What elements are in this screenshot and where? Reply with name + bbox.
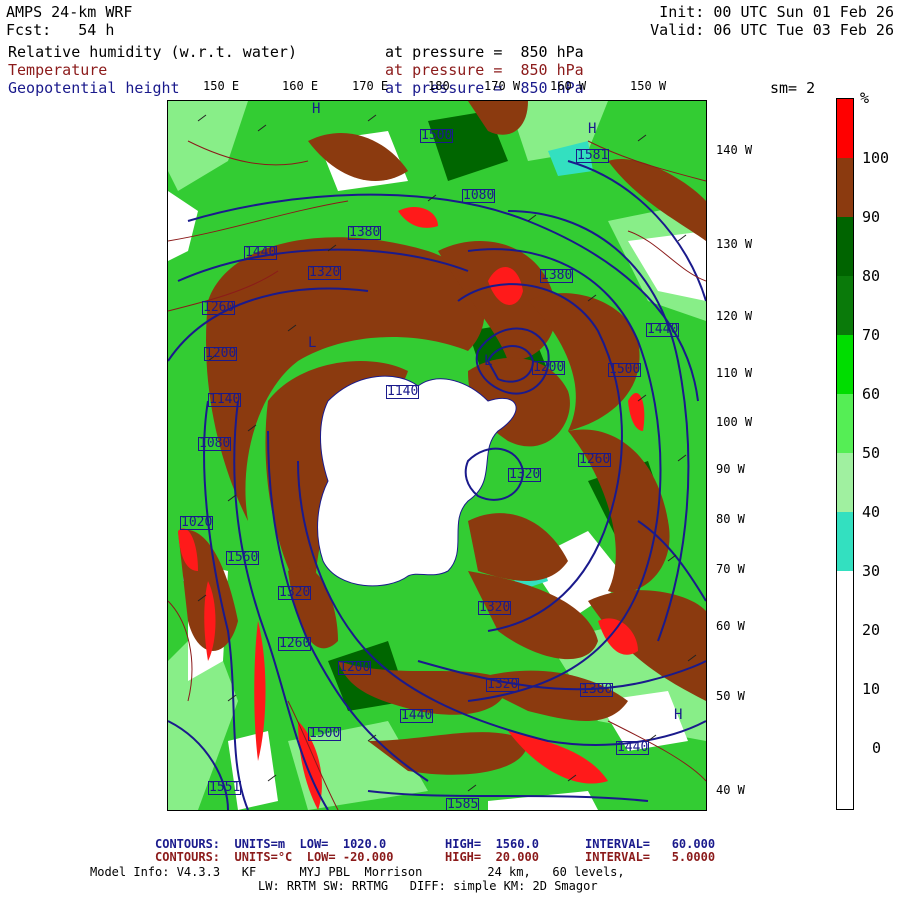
height-label: 1320 [478,600,512,615]
height-label: 1500 [420,128,454,143]
height-label: 1320 [278,585,312,600]
lat-label: 140 W [716,143,753,157]
height-label: 1440 [400,708,434,723]
height-label: 1200 [532,360,566,375]
colorbar-label: 60 [862,385,881,403]
height-label: 1380 [580,682,614,697]
colorbar-segment-90 [837,158,853,217]
lat-label: 130 W [716,237,753,251]
lon-label: 160 E [282,79,319,93]
lon-label: 160 W [550,79,587,93]
colorbar-segment-70 [837,276,853,335]
model-title: AMPS 24-km WRF [6,3,133,21]
colorbar-label: 90 [862,208,881,226]
height-label: 1260 [202,300,236,315]
lon-label: 150 E [203,79,240,93]
height-label: 1200 [338,660,372,675]
height-label: 1320 [308,265,342,280]
colorbar-label: 100 [862,149,890,167]
height-label: 1500 [308,726,342,741]
lat-label: 40 W [716,783,745,797]
lon-label: 170 W [484,79,521,93]
height-label: 1260 [578,452,612,467]
height-label: 1440 [616,740,650,755]
lon-label: 150 W [630,79,667,93]
high-pressure-marker: H [312,101,321,117]
height-label: 1080 [462,188,496,203]
weather-map: 1500 1581 1440 1380 1320 1260 1200 1140 … [167,100,707,811]
low-pressure-marker: L [484,353,493,369]
height-label: 1500 [608,362,642,377]
lon-label: 180 [428,79,450,93]
colorbar-label: 10 [862,680,881,698]
init-time: Init: 00 UTC Sun 01 Feb 26 [659,3,894,21]
colorbar-segment-50 [837,394,853,453]
colorbar-segment-60 [837,335,853,394]
height-label: 1380 [540,268,574,283]
temp-contour-high: HIGH= 20.000 [445,850,539,864]
height-label: 1585 [446,797,480,811]
high-pressure-marker: H [674,707,683,723]
height-label: 1440 [646,322,680,337]
lat-label: 50 W [716,689,745,703]
height-label: 1020 [180,515,214,530]
field-temperature: Temperature [8,61,108,79]
colorbar-label: 0 [872,739,882,757]
temp-contour-interval: INTERVAL= 5.0000 [585,850,716,864]
forecast-hour: Fcst: 54 h [6,21,115,39]
colorbar-label: 40 [862,503,881,521]
colorbar-unit: % [860,89,870,107]
colorbar [836,98,854,810]
pressure-temperature: at pressure = 850 hPa [385,61,584,79]
colorbar-label: 30 [862,562,881,580]
height-label: 1320 [508,467,542,482]
temp-contour-info: CONTOURS: UNITS=°C LOW= -20.000 [155,850,394,864]
colorbar-segment-100 [837,99,853,158]
colorbar-label: 20 [862,621,881,639]
colorbar-label: 70 [862,326,881,344]
smoothing-label: sm= 2 [770,79,816,97]
colorbar-segment-low [837,571,853,809]
model-physics: LW: RRTM SW: RRTMG DIFF: simple KM: 2D S… [258,879,598,893]
model-info: Model Info: V4.3.3 KF MYJ PBL Morrison 2… [90,865,625,879]
height-label: 1080 [198,436,232,451]
height-label: 1140 [208,392,242,407]
lat-label: 110 W [716,366,753,380]
height-label: 1581 [576,148,610,163]
valid-time: Valid: 06 UTC Tue 03 Feb 26 [650,21,894,39]
height-label: 1551 [208,780,242,795]
height-label: 1440 [244,245,278,260]
field-rh: Relative humidity (w.r.t. water) [8,43,297,61]
height-label: 1140 [386,384,420,399]
colorbar-segment-40 [837,453,853,512]
low-pressure-marker: L [308,335,317,351]
height-label: 1200 [204,346,238,361]
pressure-rh: at pressure = 850 hPa [385,43,584,61]
colorbar-label: 80 [862,267,881,285]
high-pressure-marker: H [588,121,597,137]
height-label: 1560 [226,550,260,565]
height-label: 1320 [486,677,520,692]
field-geopotential: Geopotential height [8,79,180,97]
lat-label: 70 W [716,562,745,576]
colorbar-segment-80 [837,217,853,276]
lon-label: 170 E [352,79,389,93]
lat-label: 120 W [716,309,753,323]
lat-label: 100 W [716,415,753,429]
colorbar-segment-30 [837,512,853,571]
height-label: 1380 [348,225,382,240]
lat-label: 90 W [716,462,745,476]
height-label: 1260 [278,636,312,651]
lat-label: 80 W [716,512,745,526]
lat-label: 60 W [716,619,745,633]
colorbar-label: 50 [862,444,881,462]
